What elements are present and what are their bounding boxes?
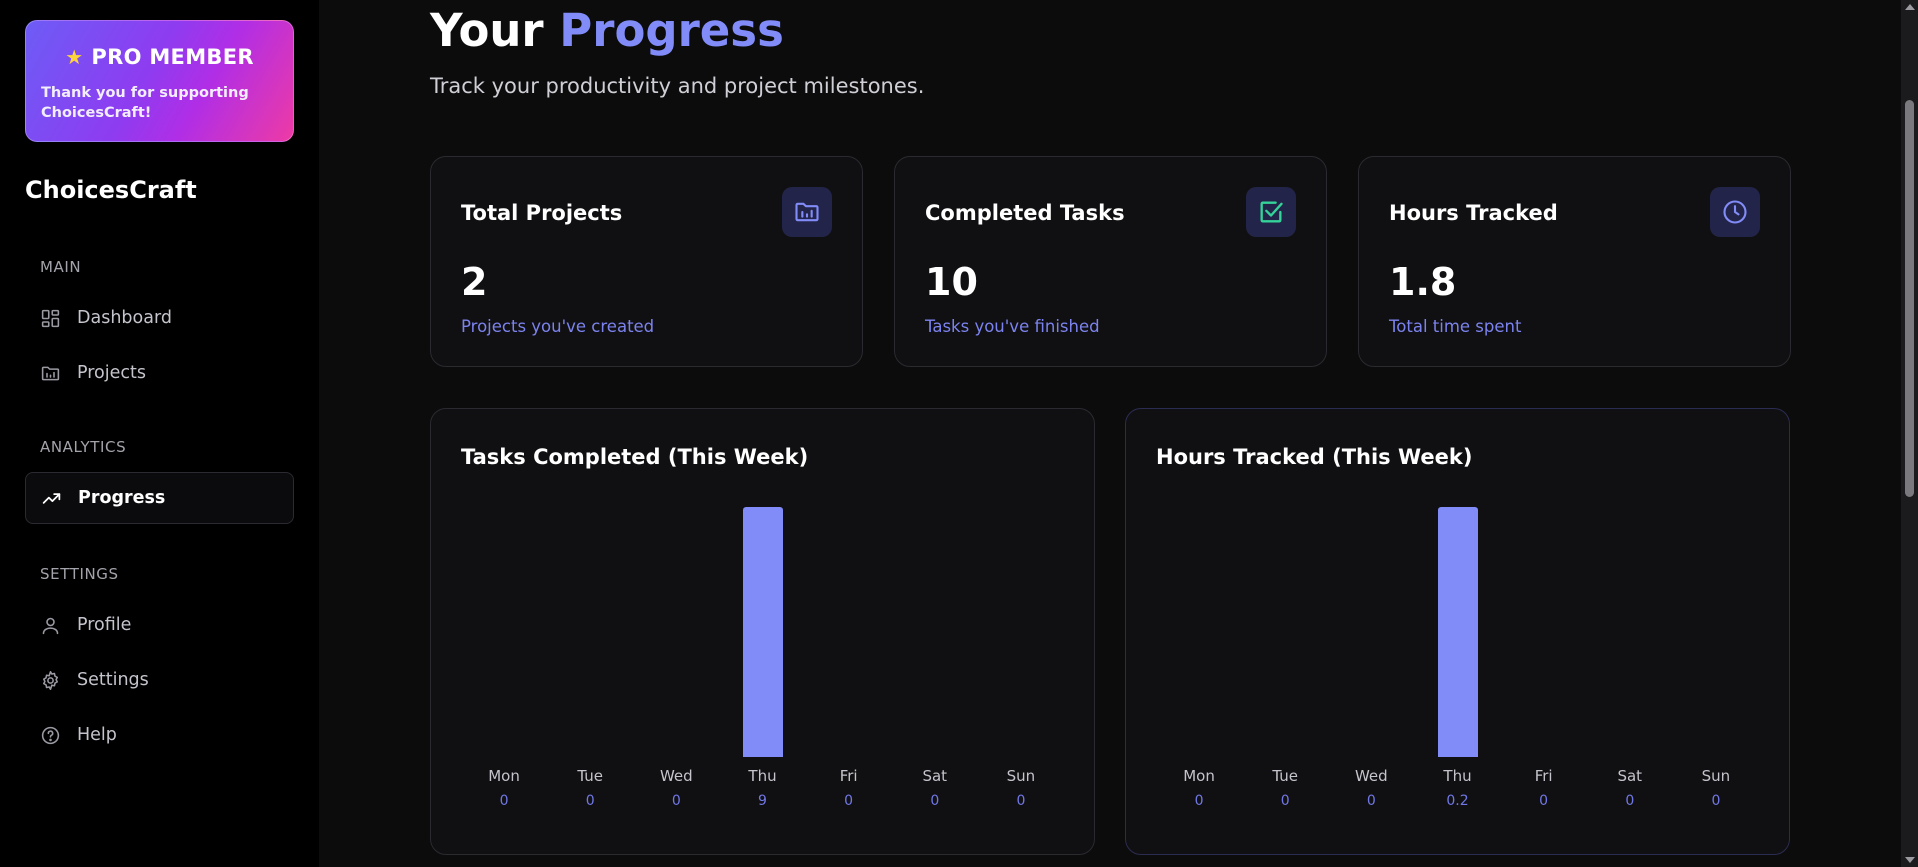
chart-day-label: Fri bbox=[1534, 767, 1553, 785]
chart-value-label: 0 bbox=[930, 793, 940, 809]
chart-value-label: 0 bbox=[499, 793, 509, 809]
user-icon bbox=[42, 617, 59, 634]
sidebar-item-label: Projects bbox=[77, 363, 146, 383]
sidebar-item-settings[interactable]: Settings bbox=[25, 654, 294, 706]
section-label-analytics: ANALYTICS bbox=[40, 438, 127, 456]
stat-title: Hours Tracked bbox=[1389, 201, 1558, 225]
stat-value: 1.8 bbox=[1389, 260, 1457, 304]
chart-bar-thu bbox=[742, 507, 783, 757]
stat-description: Tasks you've finished bbox=[925, 317, 1100, 336]
stat-description: Projects you've created bbox=[461, 317, 655, 336]
sidebar-item-dashboard[interactable]: Dashboard bbox=[25, 292, 294, 344]
chart-day-label: Sat bbox=[1617, 767, 1643, 785]
chart-value-label: 0 bbox=[1625, 793, 1635, 809]
gear-icon bbox=[42, 670, 59, 690]
app: ★ PRO MEMBER Thank you for supporting Cho… bbox=[0, 0, 1918, 867]
chart-value-label: 0.2 bbox=[1446, 793, 1469, 809]
stat-value: 10 bbox=[925, 260, 978, 304]
chart-area: Mon 0 Tue 0 Wed 0 Thu 0.2 Fri 0 Sat 0 Sun 0 bbox=[1156, 479, 1759, 839]
folder-chart-icon bbox=[795, 202, 819, 222]
help-circle-icon bbox=[41, 726, 60, 744]
chart-title: Tasks Completed (This Week) bbox=[461, 445, 809, 469]
chart-title: Hours Tracked (This Week) bbox=[1156, 445, 1473, 469]
page-title-plain: Your bbox=[430, 4, 544, 57]
sidebar-item-label: Profile bbox=[77, 615, 132, 635]
star-icon: ★ bbox=[65, 45, 84, 69]
stat-card-completed-tasks: Completed Tasks 10 Tasks you've finished bbox=[894, 156, 1327, 367]
chart-day-label: Wed bbox=[1354, 767, 1388, 785]
sidebar-item-projects[interactable]: Projects bbox=[25, 347, 294, 399]
pro-member-subtitle: Thank you for supporting ChoicesCraft! bbox=[41, 85, 249, 121]
chart-card-tasks: Tasks Completed (This Week) Mon 0 Tue 0 Wed 0… bbox=[430, 408, 1095, 855]
brand-name[interactable]: ChoicesCraft bbox=[25, 176, 197, 204]
stat-title: Total Projects bbox=[461, 201, 623, 225]
chart-value-label: 0 bbox=[1711, 793, 1721, 809]
chart-value-label: 0 bbox=[1016, 793, 1026, 809]
chart-day-label: Tue bbox=[577, 767, 604, 785]
stat-icon-box bbox=[1710, 187, 1760, 237]
page-title: Your Progress bbox=[430, 4, 784, 57]
page-subtitle: Track your productivity and project mile… bbox=[430, 74, 925, 98]
chart-value-label: 0 bbox=[585, 793, 595, 809]
sidebar-item-label: Settings bbox=[77, 670, 149, 690]
chart-day-label: Thu bbox=[748, 767, 777, 785]
chart-day-label: Sat bbox=[922, 767, 948, 785]
sidebar-item-label: Progress bbox=[78, 488, 166, 508]
chart-value-label: 0 bbox=[671, 793, 681, 809]
stat-icon-box bbox=[1246, 187, 1296, 237]
sidebar-item-profile[interactable]: Profile bbox=[25, 599, 294, 651]
scroll-down-arrow-icon[interactable] bbox=[1905, 857, 1915, 863]
sidebar: ★ PRO MEMBER Thank you for supporting Cho… bbox=[0, 0, 319, 867]
sidebar-item-progress[interactable]: Progress bbox=[25, 472, 294, 524]
stat-card-hours-tracked: Hours Tracked 1.8 Total time spent bbox=[1358, 156, 1791, 367]
chart-day-label: Sun bbox=[1701, 767, 1731, 785]
chart-value-label: 0 bbox=[1194, 793, 1204, 809]
folder-chart-icon bbox=[41, 366, 60, 380]
main-content: Your Progress Track your productivity an… bbox=[319, 0, 1918, 867]
scrollbar-thumb[interactable] bbox=[1905, 100, 1914, 497]
chart-day-label: Mon bbox=[488, 767, 520, 785]
chart-value-label: 0 bbox=[1280, 793, 1290, 809]
section-label-main: MAIN bbox=[40, 258, 82, 276]
scrollbar[interactable] bbox=[1901, 0, 1918, 867]
pro-member-label: PRO MEMBER bbox=[91, 45, 254, 69]
chart-value-label: 0 bbox=[844, 793, 854, 809]
chart-value-label: 9 bbox=[758, 793, 767, 809]
chart-day-label: Sun bbox=[1006, 767, 1036, 785]
chart-day-label: Mon bbox=[1183, 767, 1215, 785]
chart-card-hours: Hours Tracked (This Week) Mon 0 Tue 0 Wed 0 Th… bbox=[1125, 408, 1790, 855]
scroll-up-arrow-icon[interactable] bbox=[1905, 4, 1915, 10]
chart-day-label: Wed bbox=[659, 767, 693, 785]
dashboard-grid-icon bbox=[41, 309, 60, 327]
stat-title: Completed Tasks bbox=[925, 201, 1125, 225]
clock-icon bbox=[1723, 200, 1747, 224]
check-square-icon bbox=[1260, 201, 1283, 223]
chart-day-label: Thu bbox=[1443, 767, 1472, 785]
pro-member-card: ★ PRO MEMBER Thank you for supporting Cho… bbox=[25, 20, 294, 142]
stat-card-total-projects: Total Projects 2 Projects you've created bbox=[430, 156, 863, 367]
chart-value-label: 0 bbox=[1539, 793, 1549, 809]
chart-value-label: 0 bbox=[1366, 793, 1376, 809]
stat-value: 2 bbox=[461, 260, 488, 304]
page-title-accent: Progress bbox=[559, 4, 784, 57]
chart-day-label: Fri bbox=[839, 767, 858, 785]
section-label-settings: SETTINGS bbox=[40, 565, 119, 583]
sidebar-item-label: Help bbox=[77, 725, 117, 745]
chart-area: Mon 0 Tue 0 Wed 0 Thu 9 Fri 0 Sat 0 Sun 0 bbox=[461, 479, 1064, 839]
stat-icon-box bbox=[782, 187, 832, 237]
sidebar-item-help[interactable]: Help bbox=[25, 709, 294, 761]
sidebar-item-label: Dashboard bbox=[77, 308, 172, 328]
trending-up-icon bbox=[42, 492, 61, 504]
chart-bar-thu bbox=[1437, 507, 1478, 757]
stat-description: Total time spent bbox=[1389, 317, 1522, 336]
chart-day-label: Tue bbox=[1272, 767, 1299, 785]
pro-member-title: ★ PRO MEMBER bbox=[26, 45, 293, 69]
